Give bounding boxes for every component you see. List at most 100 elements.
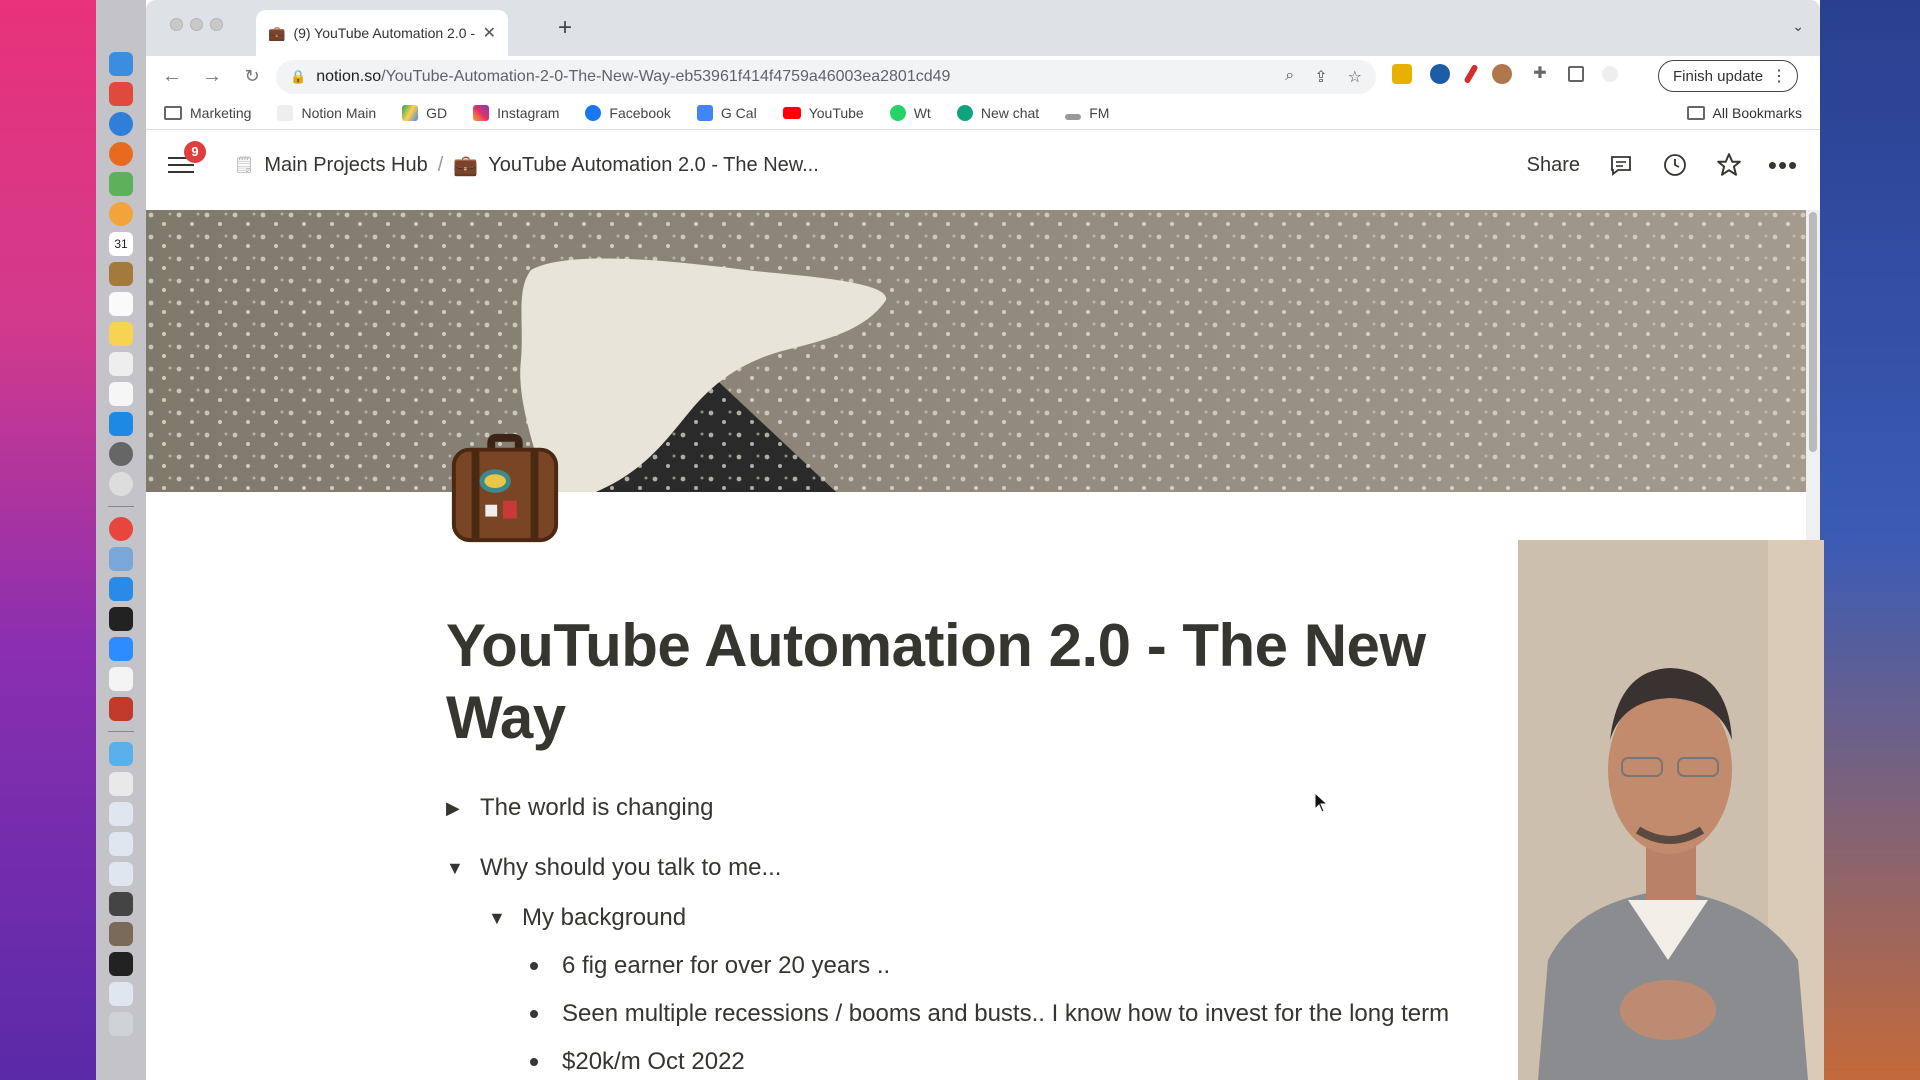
- launchpad-icon[interactable]: [109, 82, 133, 106]
- forward-icon[interactable]: →: [198, 65, 226, 88]
- bookmark-label: Marketing: [190, 104, 252, 121]
- reload-icon[interactable]: ↻: [238, 66, 266, 87]
- breadcrumb-parent[interactable]: Main Projects Hub: [264, 154, 427, 177]
- toggle-block[interactable]: ▶ The world is changing: [446, 794, 1646, 822]
- bookmark-marketing[interactable]: Marketing: [164, 105, 251, 121]
- extension-blue-icon[interactable]: [1430, 64, 1450, 84]
- firefox-icon[interactable]: [109, 142, 133, 166]
- trash-icon[interactable]: [109, 1012, 133, 1036]
- webcam-overlay: [1518, 540, 1824, 1080]
- bullet-text[interactable]: Seen multiple recessions / booms and bus…: [562, 1000, 1449, 1028]
- more-horizontal-icon[interactable]: •••: [1768, 150, 1797, 180]
- bulleted-list-item[interactable]: Seen multiple recessions / booms and bus…: [488, 1000, 1646, 1028]
- bookmark-wt[interactable]: Wt: [889, 104, 931, 121]
- notion-icon: [277, 104, 294, 121]
- preview-icon[interactable]: [109, 547, 133, 571]
- toggle-expanded-icon[interactable]: ▼: [488, 908, 522, 929]
- bookmark-youtube[interactable]: YouTube: [782, 105, 864, 121]
- extension-avatar-icon[interactable]: [1492, 64, 1512, 84]
- notes-brown-icon[interactable]: [109, 262, 133, 286]
- suitcase-icon: 💼: [453, 154, 479, 177]
- bookmark-instagram[interactable]: Instagram: [473, 104, 559, 121]
- photos-icon[interactable]: [109, 202, 133, 226]
- toggle-children: ▼ My background 6 fig earner for over 20…: [446, 904, 1646, 1076]
- document-icon[interactable]: [109, 772, 133, 796]
- lock-icon[interactable]: 🔒: [290, 69, 306, 85]
- bookmark-notion-main[interactable]: Notion Main: [277, 104, 376, 121]
- page-title[interactable]: YouTube Automation 2.0 - The New Way: [446, 610, 1446, 754]
- bulleted-list-item[interactable]: $20k/m Oct 2022: [488, 1048, 1646, 1076]
- page-cover-image[interactable]: [146, 210, 1806, 492]
- minimize-window-button[interactable]: [190, 18, 203, 31]
- address-bar[interactable]: 🔒 notion.so/YouTube-Automation-2-0-The-N…: [276, 60, 1376, 94]
- close-window-button[interactable]: [170, 18, 183, 31]
- notes-icon[interactable]: [109, 322, 133, 346]
- clock-history-icon[interactable]: [1662, 152, 1688, 178]
- mail-icon[interactable]: [109, 577, 133, 601]
- bullet-text[interactable]: $20k/m Oct 2022: [562, 1048, 745, 1076]
- browser-tab[interactable]: 💼 (9) YouTube Automation 2.0 - ✕: [256, 10, 508, 56]
- extension-pen-icon[interactable]: [1463, 63, 1479, 85]
- finder-icon[interactable]: [109, 52, 133, 76]
- maps-icon[interactable]: [109, 172, 133, 196]
- bookmark-facebook[interactable]: Facebook: [585, 104, 671, 121]
- bookmark-fm[interactable]: FM: [1065, 105, 1109, 121]
- photo-booth-icon[interactable]: [109, 697, 133, 721]
- window-thumbnail-icon[interactable]: [109, 952, 133, 976]
- extension-yellow-icon[interactable]: [1392, 64, 1412, 84]
- chevron-down-icon[interactable]: ⌄: [1792, 18, 1804, 35]
- sidebar-menu-button[interactable]: 9: [168, 141, 206, 177]
- chatgpt-icon[interactable]: [109, 472, 133, 496]
- terminal-icon[interactable]: [109, 607, 133, 631]
- window-thumbnail-icon[interactable]: [109, 802, 133, 826]
- window-thumbnail-icon[interactable]: [109, 982, 133, 1006]
- puzzle-icon[interactable]: ✚: [1530, 64, 1550, 84]
- chatgpt-app-icon[interactable]: [109, 667, 133, 691]
- toggle-collapsed-icon[interactable]: ▶: [446, 798, 480, 819]
- bullet-text[interactable]: 6 fig earner for over 20 years ..: [562, 952, 890, 980]
- scrollbar-thumb[interactable]: [1809, 212, 1817, 452]
- safari-icon[interactable]: [109, 112, 133, 136]
- breadcrumb-current[interactable]: YouTube Automation 2.0 - The New...: [488, 154, 819, 177]
- bulleted-list-item[interactable]: 6 fig earner for over 20 years ..: [488, 952, 1646, 980]
- close-tab-icon[interactable]: ✕: [483, 23, 496, 43]
- toggle-text[interactable]: The world is changing: [480, 794, 713, 822]
- bookmark-new-chat[interactable]: New chat: [956, 104, 1039, 121]
- comment-icon[interactable]: [1608, 152, 1634, 178]
- downloads-folder-icon[interactable]: [109, 742, 133, 766]
- window-thumbnail-icon[interactable]: [109, 922, 133, 946]
- suitcase-page-icon[interactable]: [446, 430, 564, 553]
- calendar-icon[interactable]: 31: [109, 232, 133, 256]
- bookmark-star-icon[interactable]: ☆: [1348, 67, 1362, 87]
- favorite-star-icon[interactable]: [1716, 152, 1742, 178]
- new-tab-button[interactable]: +: [558, 16, 572, 40]
- side-panel-icon[interactable]: [1568, 66, 1584, 82]
- textedit-icon[interactable]: [109, 382, 133, 406]
- toggle-block[interactable]: ▼ Why should you talk to me...: [446, 854, 1646, 882]
- profile-icon[interactable]: [1602, 66, 1618, 82]
- window-thumbnail-icon[interactable]: [109, 892, 133, 916]
- system-settings-icon[interactable]: [109, 442, 133, 466]
- reminders-icon[interactable]: [109, 292, 133, 316]
- bookmark-g-cal[interactable]: G Cal: [696, 104, 757, 121]
- toggle-block[interactable]: ▼ My background: [488, 904, 1646, 932]
- toggle-text[interactable]: Why should you talk to me...: [480, 854, 781, 882]
- chrome-icon[interactable]: [109, 517, 133, 541]
- window-thumbnail-icon[interactable]: [109, 832, 133, 856]
- zoom-window-button[interactable]: [210, 18, 223, 31]
- hamburger-line: [168, 171, 194, 173]
- share-button[interactable]: Share: [1527, 154, 1580, 177]
- finish-update-button[interactable]: Finish update ⋮: [1658, 60, 1799, 92]
- all-bookmarks-button[interactable]: All Bookmarks: [1686, 105, 1802, 121]
- toggle-text[interactable]: My background: [522, 904, 686, 932]
- app-store-icon[interactable]: [109, 412, 133, 436]
- share-icon[interactable]: ⇪: [1314, 67, 1327, 87]
- more-vertical-icon[interactable]: ⋮: [1771, 66, 1787, 86]
- bookmark-gd[interactable]: GD: [402, 104, 447, 121]
- zoom-icon[interactable]: ⌕: [1285, 67, 1294, 87]
- keynote-icon[interactable]: [109, 352, 133, 376]
- zoom-icon[interactable]: [109, 637, 133, 661]
- back-icon[interactable]: ←: [158, 65, 186, 88]
- window-thumbnail-icon[interactable]: [109, 862, 133, 886]
- toggle-expanded-icon[interactable]: ▼: [446, 858, 480, 879]
